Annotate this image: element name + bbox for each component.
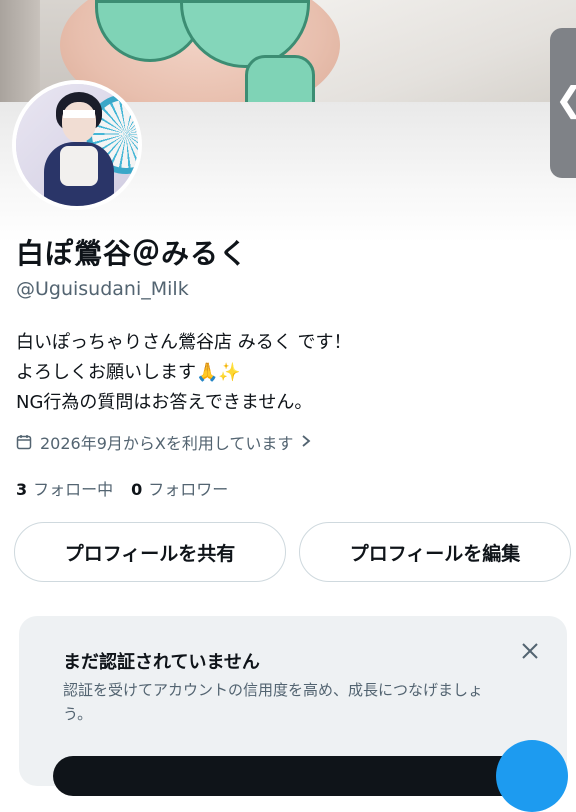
- following-label: フォロー中: [33, 480, 114, 499]
- follow-stats: 3 フォロー中 0 フォロワー: [16, 476, 228, 500]
- verification-card: まだ認証されていません 認証を受けてアカウントの信用度を高め、成長につなげましょ…: [19, 616, 567, 796]
- followers-link[interactable]: 0 フォロワー: [131, 476, 228, 500]
- followers-count: 0: [131, 480, 143, 499]
- share-profile-button[interactable]: プロフィールを共有: [14, 522, 286, 582]
- calendar-icon: [16, 434, 32, 450]
- avatar[interactable]: [12, 80, 142, 210]
- banner-bedsheet: [300, 0, 576, 102]
- avatar-face-mask: [63, 110, 95, 118]
- user-handle: @Uguisudani_Milk: [16, 278, 189, 300]
- compose-fab-button[interactable]: [496, 740, 568, 812]
- joined-date-row[interactable]: 2026年9月からXを利用しています: [16, 430, 311, 454]
- side-panel-handle[interactable]: ❮: [550, 28, 576, 178]
- close-icon[interactable]: [519, 640, 541, 662]
- avatar-apron: [60, 146, 98, 186]
- verification-description: 認証を受けてアカウントの信用度を高め、成長につなげましょう。: [63, 681, 484, 723]
- chevron-right-icon: [301, 433, 311, 452]
- display-name: 白ぽ鶯谷＠みるく: [16, 237, 249, 270]
- verification-title: まだ認証されていません: [63, 652, 260, 673]
- following-count: 3: [16, 480, 28, 499]
- joined-date-text: 2026年9月からXを利用しています: [40, 434, 294, 453]
- chevron-left-icon: ❮: [555, 80, 576, 120]
- avatar-face: [62, 102, 96, 142]
- edit-profile-button[interactable]: プロフィールを編集: [299, 522, 571, 582]
- verification-cta-button[interactable]: [53, 756, 523, 796]
- following-link[interactable]: 3 フォロー中: [16, 476, 113, 500]
- followers-label: フォロワー: [148, 480, 229, 499]
- banner-swimsuit-bottom: [245, 55, 315, 102]
- bio-text: 白いぽっちゃりさん鶯谷店 みるく です！ よろしくお願いします🙏✨ NG行為の質…: [16, 332, 352, 413]
